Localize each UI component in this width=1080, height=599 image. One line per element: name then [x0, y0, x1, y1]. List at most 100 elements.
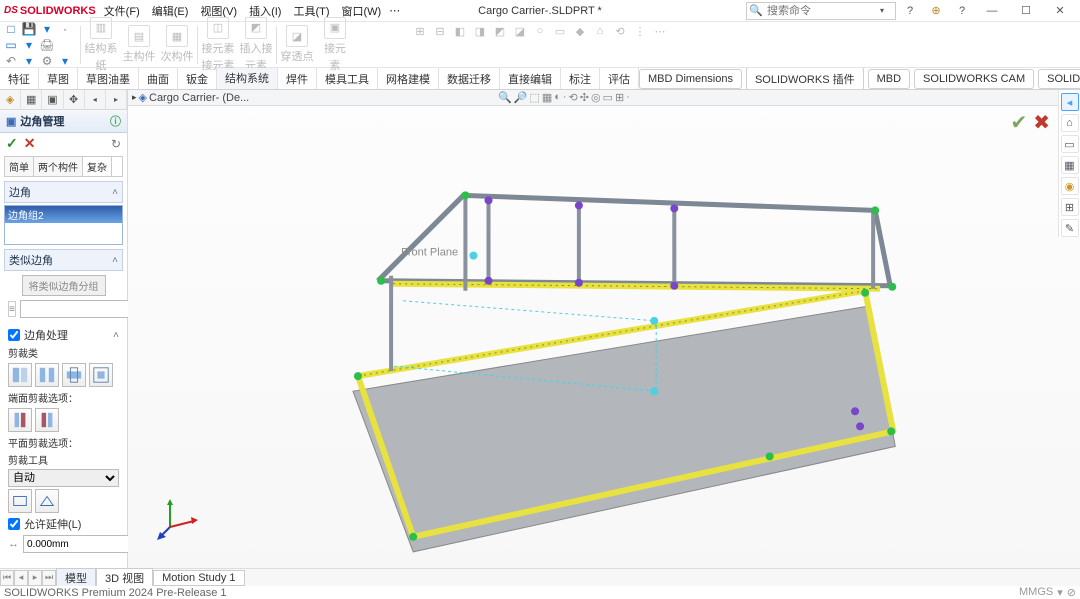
group-similar-button[interactable]: 将类似边角分组: [22, 275, 106, 296]
undo-icon[interactable]: ↶: [4, 54, 18, 68]
close-button[interactable]: ✕: [1044, 1, 1076, 21]
tab-camtbm[interactable]: SOLIDWORKS CAM TBM: [1038, 69, 1080, 89]
menu-more[interactable]: ⋯: [387, 4, 402, 17]
taskpane-handle-icon[interactable]: ◂: [1061, 93, 1079, 111]
svg-text:Front Plane: Front Plane: [401, 247, 458, 259]
new-icon[interactable]: □: [4, 22, 18, 36]
help2-icon[interactable]: ?: [950, 1, 974, 21]
help-icon[interactable]: ?: [898, 1, 922, 21]
tab-mold[interactable]: 模具工具: [317, 68, 378, 90]
custom-icon[interactable]: ⊞: [1061, 198, 1079, 216]
trim-opt2[interactable]: [35, 363, 59, 387]
search-command[interactable]: 🔍 ▾: [746, 2, 896, 20]
fm-move-icon[interactable]: ✥: [64, 90, 85, 110]
pm-subtabs[interactable]: 简单 两个构件 复杂: [4, 156, 123, 177]
tab-mbddim[interactable]: MBD Dimensions: [639, 69, 742, 89]
view-mini-toolbar[interactable]: ⊞⊟◧◨◩◪○▭◆⌂⟲⋮⋯: [411, 24, 669, 38]
tab-data[interactable]: 数据迁移: [439, 68, 500, 90]
doc-title: Cargo Carrier-.SLDPRT *: [478, 5, 602, 17]
3d-viewport[interactable]: Front Plane: [128, 110, 1080, 582]
appearance-icon[interactable]: ◉: [1061, 177, 1079, 195]
save-icon[interactable]: 💾: [22, 22, 36, 36]
trim-tool-opts[interactable]: [8, 489, 119, 513]
end-opt2[interactable]: [35, 408, 59, 432]
status-units[interactable]: MMGS: [1019, 586, 1053, 599]
bigtool-struct[interactable]: ▥结构系纸: [83, 17, 119, 73]
fm-tree-icon[interactable]: ◈: [0, 90, 21, 110]
pushpin-icon[interactable]: ↻: [111, 137, 121, 151]
subtab-two[interactable]: 两个构件: [34, 157, 83, 176]
filter-icon[interactable]: ≡: [8, 301, 16, 317]
task-pane[interactable]: ◂ ⌂ ▭ ▦ ◉ ⊞ ✎: [1058, 90, 1080, 237]
tool-opt1[interactable]: [8, 489, 32, 513]
bigtool-ins[interactable]: ◩插入接元素: [238, 17, 274, 73]
trim-tool-select[interactable]: 自动: [8, 469, 119, 487]
bottom-tab-motion[interactable]: Motion Study 1: [153, 570, 244, 586]
tab-direct[interactable]: 直接编辑: [500, 68, 561, 90]
view-triad[interactable]: [156, 497, 200, 544]
breadcrumb[interactable]: ▸ ◈ Cargo Carrier- (De...: [128, 90, 253, 105]
tab-mbd[interactable]: MBD: [868, 69, 910, 89]
tab-mesh[interactable]: 网格建模: [378, 68, 439, 90]
quick-access[interactable]: □💾▾· ▭▾🖨 ↶▾⚙▾: [4, 22, 72, 68]
maximize-button[interactable]: ☐: [1010, 1, 1042, 21]
bigtool-thr[interactable]: ◪穿透点: [279, 25, 315, 64]
home-icon[interactable]: ⌂: [1061, 114, 1079, 132]
tab-plugins[interactable]: SOLIDWORKS 插件: [746, 68, 864, 90]
end-options[interactable]: [8, 408, 119, 432]
subtab-complex[interactable]: 复杂: [83, 157, 112, 176]
tab-sketch[interactable]: 草图: [39, 68, 78, 90]
bigtool-main[interactable]: ▤主构件: [121, 25, 157, 64]
warn-icon[interactable]: ⊕: [924, 1, 948, 21]
ribbon-tabs[interactable]: 特征 草图 草图油墨 曲面 钣金 结构系统 焊件 模具工具 网格建模 数据迁移 …: [0, 68, 1080, 90]
tab-sheet[interactable]: 钣金: [178, 68, 217, 90]
treat-check[interactable]: [8, 329, 20, 341]
trim-opt1[interactable]: [8, 363, 32, 387]
pm-help-icon[interactable]: ⓘ: [110, 113, 121, 129]
tool-opt2[interactable]: [35, 489, 59, 513]
corner-list[interactable]: 边角组2: [4, 205, 123, 245]
fm-tabs[interactable]: ◈ ▦ ▣ ✥ ◂ ▸: [0, 90, 127, 110]
trim-opt3[interactable]: [62, 363, 86, 387]
bigtool-def[interactable]: ◫接元素接元素: [200, 17, 236, 73]
cancel-button[interactable]: ✕: [24, 135, 36, 152]
bigtool-sec[interactable]: ▦次构件: [159, 25, 195, 64]
tab-ink[interactable]: 草图油墨: [78, 68, 139, 90]
tab-surface[interactable]: 曲面: [139, 68, 178, 90]
sect-similar-header[interactable]: 类似边角˄: [4, 249, 123, 271]
fm-lock2-icon[interactable]: ▸: [106, 90, 127, 110]
fm-config-icon[interactable]: ▦: [21, 90, 42, 110]
zoom-fit-icon[interactable]: 🔍: [498, 91, 512, 104]
sect-corner-header[interactable]: 边角˄: [4, 181, 123, 203]
bottom-tab-model[interactable]: 模型: [56, 568, 96, 588]
fm-lock-icon[interactable]: ◂: [85, 90, 106, 110]
allow-ext-check[interactable]: [8, 518, 20, 530]
bottom-tab-3dview[interactable]: 3D 视图: [96, 568, 153, 588]
tab-dim[interactable]: 标注: [561, 68, 600, 90]
ok-button[interactable]: ✓: [6, 135, 18, 152]
trim-type-options[interactable]: [8, 363, 119, 387]
open-icon[interactable]: ▭: [4, 38, 18, 52]
corner-item[interactable]: 边角组2: [5, 206, 122, 223]
resources-icon[interactable]: ▭: [1061, 135, 1079, 153]
print-icon[interactable]: 🖨: [40, 38, 54, 52]
tab-structure[interactable]: 结构系统: [217, 68, 278, 90]
trim-opt4[interactable]: [89, 363, 113, 387]
view-toolbar[interactable]: 🔍🔎⬚▦◐·⟲✣◎▭⊞·: [498, 91, 630, 104]
menu-edit[interactable]: 编辑(E): [146, 1, 195, 21]
library-icon[interactable]: ▦: [1061, 156, 1079, 174]
fm-prop-icon[interactable]: ▣: [42, 90, 63, 110]
bigtool-def2[interactable]: ▣接元素: [317, 17, 353, 73]
end-opt1[interactable]: [8, 408, 32, 432]
minimize-button[interactable]: —: [976, 1, 1008, 21]
tab-weld[interactable]: 焊件: [278, 68, 317, 90]
bottom-nav[interactable]: ⏮◂▸⏭: [0, 570, 56, 586]
search-dropdown-icon[interactable]: ▾: [875, 1, 889, 21]
tab-cam[interactable]: SOLIDWORKS CAM: [914, 69, 1034, 89]
search-input[interactable]: [765, 5, 875, 17]
forum-icon[interactable]: ✎: [1061, 219, 1079, 237]
subtab-simple[interactable]: 简单: [5, 157, 34, 176]
tab-features[interactable]: 特征: [0, 68, 39, 90]
tab-eval[interactable]: 评估: [600, 68, 639, 90]
gear-icon[interactable]: ⚙: [40, 54, 54, 68]
